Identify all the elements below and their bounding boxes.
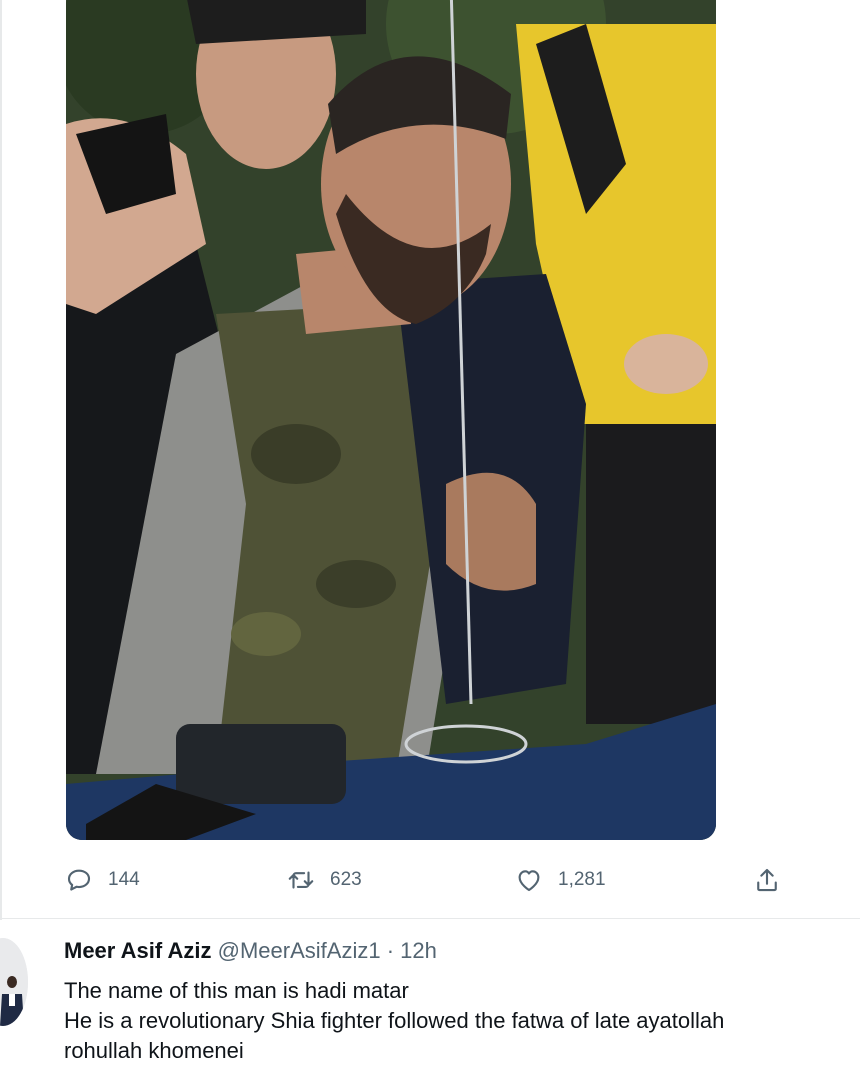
tweet-photo[interactable] bbox=[66, 0, 716, 840]
separator-dot: · bbox=[386, 938, 395, 963]
avatar[interactable] bbox=[0, 938, 28, 1026]
heart-icon bbox=[518, 870, 540, 892]
reply-button[interactable]: 144 bbox=[64, 860, 140, 900]
share-button[interactable] bbox=[752, 860, 782, 900]
reply-text: The name of this man is hadi matar He is… bbox=[64, 976, 854, 1066]
timeline-rule bbox=[0, 0, 2, 920]
timestamp[interactable]: 12h bbox=[400, 938, 437, 963]
reply-count: 144 bbox=[108, 869, 140, 890]
share-upload-icon bbox=[757, 868, 777, 892]
like-count: 1,281 bbox=[558, 869, 606, 890]
tweet-action-bar: 144 623 1,281 bbox=[0, 860, 860, 900]
retweet-arrows-icon bbox=[288, 871, 314, 889]
reply-header: Meer Asif Aziz @MeerAsifAziz1 · 12h bbox=[64, 936, 437, 966]
tweet-divider bbox=[0, 918, 860, 919]
like-button[interactable]: 1,281 bbox=[514, 860, 606, 900]
retweet-button[interactable]: 623 bbox=[286, 860, 362, 900]
author-name[interactable]: Meer Asif Aziz bbox=[64, 938, 212, 963]
author-handle[interactable]: @MeerAsifAziz1 bbox=[218, 938, 381, 963]
retweet-count: 623 bbox=[330, 869, 362, 890]
reply-line: He is a revolutionary Shia fighter follo… bbox=[64, 1008, 725, 1033]
profile-photo-icon bbox=[0, 938, 28, 1026]
photo-illustration bbox=[66, 0, 716, 840]
reply-tweet[interactable]: Meer Asif Aziz @MeerAsifAziz1 · 12h The … bbox=[0, 920, 860, 1080]
reply-line: The name of this man is hadi matar bbox=[64, 978, 409, 1003]
speech-bubble-icon bbox=[67, 869, 91, 891]
reply-line: rohullah khomenei bbox=[64, 1038, 244, 1063]
